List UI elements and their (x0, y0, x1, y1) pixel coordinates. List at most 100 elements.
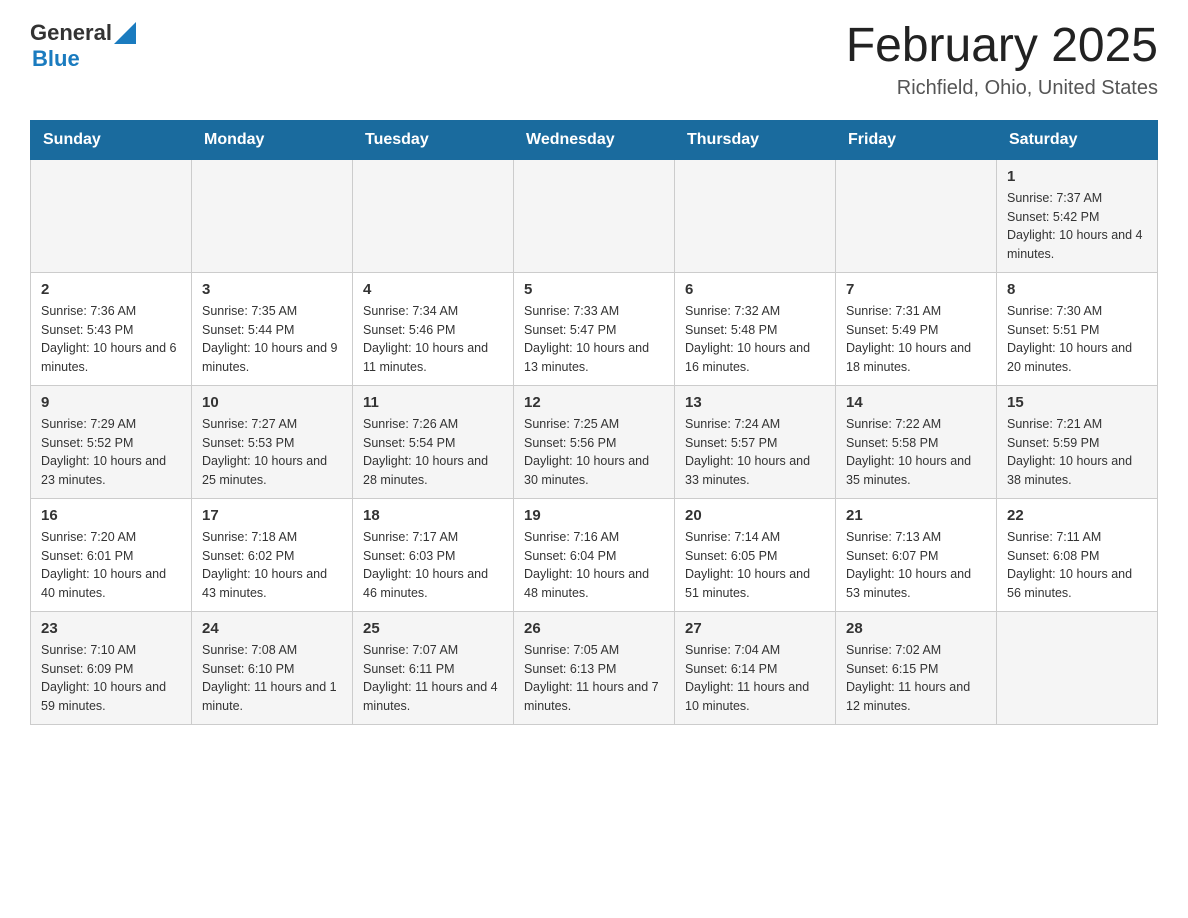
day-number: 22 (1007, 507, 1147, 524)
calendar-empty-cell (192, 159, 353, 272)
day-info: Sunrise: 7:32 AM Sunset: 5:48 PM Dayligh… (685, 302, 825, 377)
calendar-day-9: 9 Sunrise: 7:29 AM Sunset: 5:52 PM Daylig… (31, 385, 192, 498)
day-number: 28 (846, 620, 986, 637)
day-info: Sunrise: 7:10 AM Sunset: 6:09 PM Dayligh… (41, 641, 181, 716)
day-number: 9 (41, 394, 181, 411)
calendar-day-12: 12 Sunrise: 7:25 AM Sunset: 5:56 PM Dayli… (514, 385, 675, 498)
calendar-day-5: 5 Sunrise: 7:33 AM Sunset: 5:47 PM Daylig… (514, 272, 675, 385)
day-number: 23 (41, 620, 181, 637)
calendar-week-row: 23 Sunrise: 7:10 AM Sunset: 6:09 PM Dayli… (31, 611, 1158, 724)
day-number: 8 (1007, 281, 1147, 298)
calendar-day-13: 13 Sunrise: 7:24 AM Sunset: 5:57 PM Dayli… (675, 385, 836, 498)
day-info: Sunrise: 7:16 AM Sunset: 6:04 PM Dayligh… (524, 528, 664, 603)
page-header: General Blue February 2025 Richfield, Oh… (30, 20, 1158, 100)
calendar-day-23: 23 Sunrise: 7:10 AM Sunset: 6:09 PM Dayli… (31, 611, 192, 724)
calendar-day-26: 26 Sunrise: 7:05 AM Sunset: 6:13 PM Dayli… (514, 611, 675, 724)
day-info: Sunrise: 7:08 AM Sunset: 6:10 PM Dayligh… (202, 641, 342, 716)
calendar-day-2: 2 Sunrise: 7:36 AM Sunset: 5:43 PM Daylig… (31, 272, 192, 385)
day-info: Sunrise: 7:22 AM Sunset: 5:58 PM Dayligh… (846, 415, 986, 490)
day-info: Sunrise: 7:21 AM Sunset: 5:59 PM Dayligh… (1007, 415, 1147, 490)
calendar-day-14: 14 Sunrise: 7:22 AM Sunset: 5:58 PM Dayli… (836, 385, 997, 498)
day-info: Sunrise: 7:02 AM Sunset: 6:15 PM Dayligh… (846, 641, 986, 716)
day-info: Sunrise: 7:29 AM Sunset: 5:52 PM Dayligh… (41, 415, 181, 490)
calendar-empty-cell (353, 159, 514, 272)
logo-blue-text: Blue (32, 46, 80, 71)
calendar-day-25: 25 Sunrise: 7:07 AM Sunset: 6:11 PM Dayli… (353, 611, 514, 724)
day-number: 7 (846, 281, 986, 298)
day-info: Sunrise: 7:35 AM Sunset: 5:44 PM Dayligh… (202, 302, 342, 377)
day-info: Sunrise: 7:20 AM Sunset: 6:01 PM Dayligh… (41, 528, 181, 603)
day-number: 4 (363, 281, 503, 298)
day-info: Sunrise: 7:04 AM Sunset: 6:14 PM Dayligh… (685, 641, 825, 716)
day-number: 10 (202, 394, 342, 411)
day-info: Sunrise: 7:13 AM Sunset: 6:07 PM Dayligh… (846, 528, 986, 603)
weekday-header-saturday: Saturday (997, 120, 1158, 159)
day-info: Sunrise: 7:11 AM Sunset: 6:08 PM Dayligh… (1007, 528, 1147, 603)
calendar-week-row: 9 Sunrise: 7:29 AM Sunset: 5:52 PM Daylig… (31, 385, 1158, 498)
calendar-empty-cell (997, 611, 1158, 724)
calendar-day-10: 10 Sunrise: 7:27 AM Sunset: 5:53 PM Dayli… (192, 385, 353, 498)
day-number: 12 (524, 394, 664, 411)
calendar-day-18: 18 Sunrise: 7:17 AM Sunset: 6:03 PM Dayli… (353, 498, 514, 611)
day-info: Sunrise: 7:05 AM Sunset: 6:13 PM Dayligh… (524, 641, 664, 716)
calendar-day-6: 6 Sunrise: 7:32 AM Sunset: 5:48 PM Daylig… (675, 272, 836, 385)
day-info: Sunrise: 7:31 AM Sunset: 5:49 PM Dayligh… (846, 302, 986, 377)
calendar-empty-cell (675, 159, 836, 272)
day-number: 11 (363, 394, 503, 411)
calendar-empty-cell (514, 159, 675, 272)
day-number: 19 (524, 507, 664, 524)
day-number: 21 (846, 507, 986, 524)
calendar-day-11: 11 Sunrise: 7:26 AM Sunset: 5:54 PM Dayli… (353, 385, 514, 498)
day-info: Sunrise: 7:17 AM Sunset: 6:03 PM Dayligh… (363, 528, 503, 603)
day-info: Sunrise: 7:26 AM Sunset: 5:54 PM Dayligh… (363, 415, 503, 490)
calendar-day-1: 1 Sunrise: 7:37 AM Sunset: 5:42 PM Daylig… (997, 159, 1158, 272)
day-number: 25 (363, 620, 503, 637)
day-number: 26 (524, 620, 664, 637)
day-number: 13 (685, 394, 825, 411)
logo-general-text: General (30, 20, 112, 46)
day-info: Sunrise: 7:07 AM Sunset: 6:11 PM Dayligh… (363, 641, 503, 716)
day-info: Sunrise: 7:24 AM Sunset: 5:57 PM Dayligh… (685, 415, 825, 490)
calendar-day-24: 24 Sunrise: 7:08 AM Sunset: 6:10 PM Dayli… (192, 611, 353, 724)
day-info: Sunrise: 7:36 AM Sunset: 5:43 PM Dayligh… (41, 302, 181, 377)
calendar-day-16: 16 Sunrise: 7:20 AM Sunset: 6:01 PM Dayli… (31, 498, 192, 611)
calendar-day-28: 28 Sunrise: 7:02 AM Sunset: 6:15 PM Dayli… (836, 611, 997, 724)
title-section: February 2025 Richfield, Ohio, United St… (846, 20, 1158, 100)
day-info: Sunrise: 7:14 AM Sunset: 6:05 PM Dayligh… (685, 528, 825, 603)
day-number: 3 (202, 281, 342, 298)
day-info: Sunrise: 7:33 AM Sunset: 5:47 PM Dayligh… (524, 302, 664, 377)
day-info: Sunrise: 7:34 AM Sunset: 5:46 PM Dayligh… (363, 302, 503, 377)
calendar-day-20: 20 Sunrise: 7:14 AM Sunset: 6:05 PM Dayli… (675, 498, 836, 611)
calendar-day-19: 19 Sunrise: 7:16 AM Sunset: 6:04 PM Dayli… (514, 498, 675, 611)
calendar-day-15: 15 Sunrise: 7:21 AM Sunset: 5:59 PM Dayli… (997, 385, 1158, 498)
day-info: Sunrise: 7:30 AM Sunset: 5:51 PM Dayligh… (1007, 302, 1147, 377)
calendar-week-row: 2 Sunrise: 7:36 AM Sunset: 5:43 PM Daylig… (31, 272, 1158, 385)
weekday-header-tuesday: Tuesday (353, 120, 514, 159)
day-number: 2 (41, 281, 181, 298)
day-number: 17 (202, 507, 342, 524)
location-title: Richfield, Ohio, United States (846, 77, 1158, 100)
day-number: 20 (685, 507, 825, 524)
calendar-week-row: 1 Sunrise: 7:37 AM Sunset: 5:42 PM Daylig… (31, 159, 1158, 272)
day-number: 1 (1007, 168, 1147, 185)
day-number: 5 (524, 281, 664, 298)
day-number: 16 (41, 507, 181, 524)
day-info: Sunrise: 7:25 AM Sunset: 5:56 PM Dayligh… (524, 415, 664, 490)
day-info: Sunrise: 7:37 AM Sunset: 5:42 PM Dayligh… (1007, 189, 1147, 264)
day-number: 14 (846, 394, 986, 411)
calendar-week-row: 16 Sunrise: 7:20 AM Sunset: 6:01 PM Dayli… (31, 498, 1158, 611)
calendar-day-3: 3 Sunrise: 7:35 AM Sunset: 5:44 PM Daylig… (192, 272, 353, 385)
weekday-header-monday: Monday (192, 120, 353, 159)
calendar-empty-cell (836, 159, 997, 272)
day-number: 6 (685, 281, 825, 298)
day-number: 15 (1007, 394, 1147, 411)
weekday-header-thursday: Thursday (675, 120, 836, 159)
day-info: Sunrise: 7:27 AM Sunset: 5:53 PM Dayligh… (202, 415, 342, 490)
weekday-header-row: SundayMondayTuesdayWednesdayThursdayFrid… (31, 120, 1158, 159)
calendar-day-21: 21 Sunrise: 7:13 AM Sunset: 6:07 PM Dayli… (836, 498, 997, 611)
calendar-day-4: 4 Sunrise: 7:34 AM Sunset: 5:46 PM Daylig… (353, 272, 514, 385)
weekday-header-friday: Friday (836, 120, 997, 159)
day-number: 18 (363, 507, 503, 524)
day-info: Sunrise: 7:18 AM Sunset: 6:02 PM Dayligh… (202, 528, 342, 603)
day-number: 24 (202, 620, 342, 637)
